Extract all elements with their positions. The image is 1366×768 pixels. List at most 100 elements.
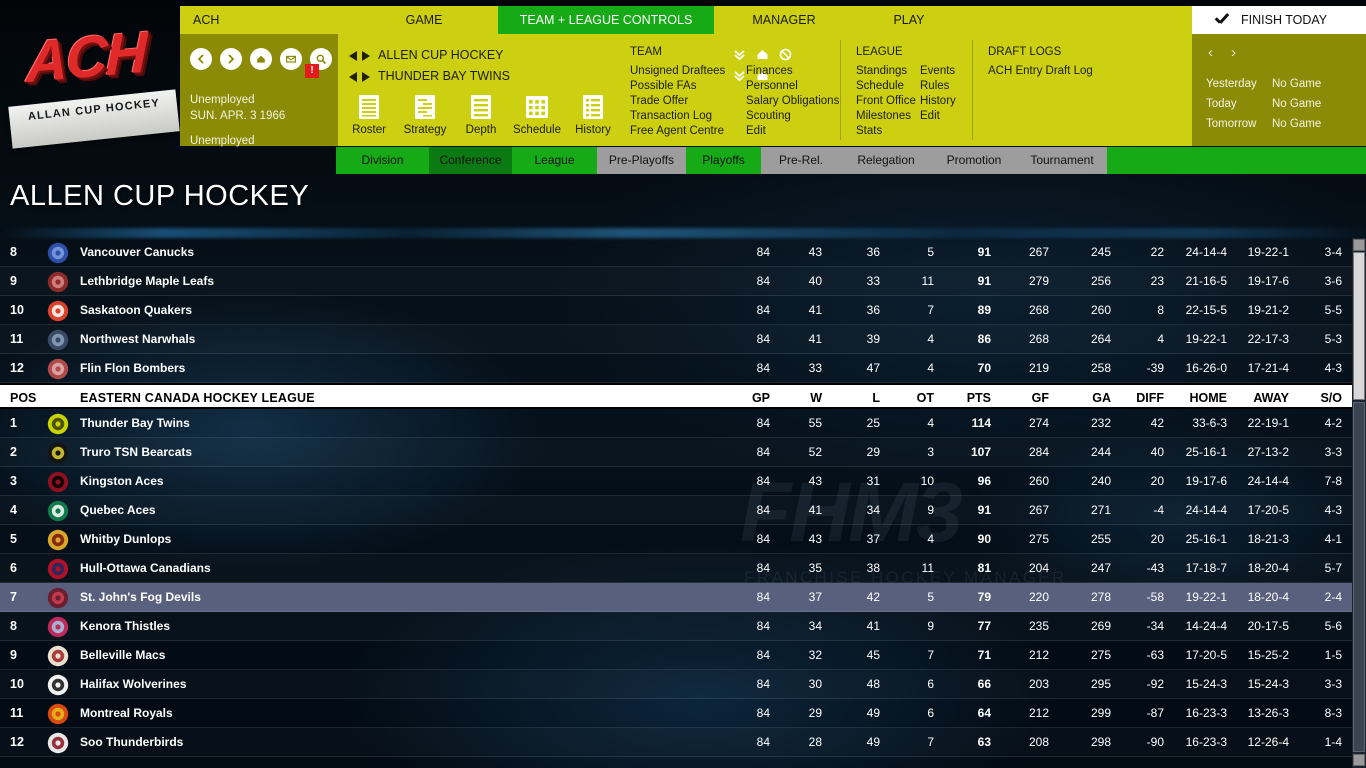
table-row[interactable]: 6 Hull-Ottawa Canadians 84 35 38 11 81 204 247 -4… [0, 554, 1352, 583]
quick-roster-button[interactable]: Roster [345, 92, 393, 136]
menu-link-history[interactable]: History [920, 94, 980, 109]
menu-link-ach-entry-draft-log[interactable]: ACH Entry Draft Log [988, 64, 1148, 79]
cell-team-name[interactable]: Halifax Wolverines [80, 670, 187, 699]
tab-playoffs[interactable]: Playoffs [686, 147, 761, 174]
cell-team-name[interactable]: Hull-Ottawa Canadians [80, 554, 211, 583]
table-row[interactable]: 8 Vancouver Canucks 84 43 36 5 91 267 245 22 24-14… [0, 238, 1352, 267]
menu-link-scouting[interactable]: Scouting [746, 109, 866, 124]
table-row[interactable]: 3 Kingston Aces 84 43 31 10 96 260 240 20 19-17-6 2… [0, 467, 1352, 496]
column-header-ot[interactable]: OT [917, 385, 934, 411]
home-icon[interactable] [250, 48, 272, 70]
column-header-pos[interactable]: POS [10, 385, 36, 411]
cell-team-name[interactable]: Truro TSN Bearcats [80, 438, 192, 467]
table-row[interactable]: 12 Soo Thunderbirds 84 28 49 7 63 208 298 -90 16-2… [0, 728, 1352, 757]
tab-pre-playoffs[interactable]: Pre-Playoffs [597, 147, 686, 174]
mail-icon[interactable] [280, 48, 302, 70]
tab-relegation[interactable]: Relegation [841, 147, 931, 174]
menubar-item-ach[interactable]: ACH [180, 6, 350, 34]
finish-today-button[interactable]: FINISH TODAY [1192, 6, 1366, 34]
menu-link-transaction-log[interactable]: Transaction Log [630, 109, 746, 124]
menu-link-schedule[interactable]: Schedule [856, 79, 920, 94]
quick-depth-button[interactable]: Depth [457, 92, 505, 136]
table-row[interactable]: 1 Thunder Bay Twins 84 55 25 4 114 274 232 42 33-6… [0, 409, 1352, 438]
menu-link-edit[interactable]: Edit [746, 124, 866, 139]
menu-link-finances[interactable]: Finances [746, 64, 866, 79]
menu-link-rules[interactable]: Rules [920, 79, 980, 94]
menu-link-edit[interactable]: Edit [920, 109, 980, 124]
back-arrow-icon[interactable] [190, 48, 212, 70]
menubar-item-play[interactable]: PLAY [854, 6, 964, 34]
scrollbar-up-button[interactable] [1353, 239, 1365, 251]
column-header-gp[interactable]: GP [752, 385, 770, 411]
column-header-pts[interactable]: PTS [967, 385, 991, 411]
cell-team-name[interactable]: Lethbridge Maple Leafs [80, 267, 214, 296]
tab-tournament[interactable]: Tournament [1017, 147, 1107, 174]
column-header-away[interactable]: AWAY [1253, 385, 1289, 411]
menubar-item-game[interactable]: GAME [350, 6, 498, 34]
table-row[interactable]: 8 Kenora Thistles 84 34 41 9 77 235 269 -34 14-24-… [0, 612, 1352, 641]
cell-team-name[interactable]: Kingston Aces [80, 467, 164, 496]
cell-team-name[interactable]: Belleville Macs [80, 641, 165, 670]
cell-team-name[interactable]: Montreal Royals [80, 699, 173, 728]
menu-link-possible-fas[interactable]: Possible FAs [630, 79, 746, 94]
menu-link-stats[interactable]: Stats [856, 124, 920, 139]
chevron-left-icon[interactable]: ‹ [1208, 44, 1213, 61]
cell-team-name[interactable]: Quebec Aces [80, 496, 156, 525]
menu-link-standings[interactable]: Standings [856, 64, 920, 79]
table-row[interactable]: 12 Flin Flon Bombers 84 33 47 4 70 219 258 -39 16-… [0, 354, 1352, 383]
cell-position: 8 [10, 245, 17, 259]
menu-link-salary-obligations[interactable]: Salary Obligations [746, 94, 866, 109]
menubar-item-manager[interactable]: MANAGER [714, 6, 854, 34]
cell-pts: 79 [977, 590, 991, 604]
tab-pre-rel[interactable]: Pre-Rel. [761, 147, 841, 174]
table-row[interactable]: 2 Truro TSN Bearcats 84 52 29 3 107 284 244 40 25-… [0, 438, 1352, 467]
table-row[interactable]: 9 Belleville Macs 84 32 45 7 71 212 275 -63 17-20-… [0, 641, 1352, 670]
cell-team-name[interactable]: Soo Thunderbirds [80, 728, 183, 757]
table-row[interactable]: 5 Whitby Dunlops 84 43 37 4 90 275 255 20 25-16-1 1… [0, 525, 1352, 554]
column-header-diff[interactable]: DIFF [1136, 385, 1164, 411]
cell-team-name[interactable]: Vancouver Canucks [80, 238, 194, 267]
cell-team-name[interactable]: Kenora Thistles [80, 612, 170, 641]
table-row[interactable]: 4 Quebec Aces 84 41 34 9 91 267 271 -4 24-14-4 17-2… [0, 496, 1352, 525]
column-header-w[interactable]: W [810, 385, 822, 411]
chevron-right-icon[interactable]: › [1231, 44, 1236, 61]
menu-link-milestones[interactable]: Milestones [856, 109, 920, 124]
menu-link-events[interactable]: Events [920, 64, 980, 79]
cell-team-name[interactable]: St. John's Fog Devils [80, 583, 201, 612]
cell-team-name[interactable]: Whitby Dunlops [80, 525, 171, 554]
forward-arrow-icon[interactable] [220, 48, 242, 70]
selector-arrows-icon[interactable] [348, 50, 372, 64]
quick-strategy-button[interactable]: Strategy [401, 92, 449, 136]
cell-team-name[interactable]: Northwest Narwhals [80, 325, 195, 354]
menubar-item-team-league-controls[interactable]: TEAM + LEAGUE CONTROLS [498, 6, 714, 34]
tab-division[interactable]: Division [336, 147, 429, 174]
table-row[interactable]: 10 Saskatoon Quakers 84 41 36 7 89 268 260 8 22-15… [0, 296, 1352, 325]
tab-league[interactable]: League [512, 147, 597, 174]
table-row[interactable]: 7 St. John's Fog Devils 84 37 42 5 79 220 278 -58… [0, 583, 1352, 612]
quick-history-button[interactable]: History [569, 92, 617, 136]
column-header-home[interactable]: HOME [1190, 385, 1228, 411]
column-header-so[interactable]: S/O [1320, 385, 1342, 411]
menu-link-free-agent-centre[interactable]: Free Agent Centre [630, 124, 746, 139]
table-row[interactable]: 9 Lethbridge Maple Leafs 84 40 33 11 91 279 256 2… [0, 267, 1352, 296]
quick-schedule-button[interactable]: Schedule [513, 92, 561, 136]
menu-link-personnel[interactable]: Personnel [746, 79, 866, 94]
scrollbar-thumb-upper[interactable] [1353, 252, 1365, 400]
cell-team-name[interactable]: Saskatoon Quakers [80, 296, 192, 325]
tab-promotion[interactable]: Promotion [931, 147, 1017, 174]
menu-link-unsigned-draftees[interactable]: Unsigned Draftees [630, 64, 746, 79]
cell-team-name[interactable]: Flin Flon Bombers [80, 354, 185, 383]
table-row[interactable]: 10 Halifax Wolverines 84 30 48 6 66 203 295 -92 15… [0, 670, 1352, 699]
table-row[interactable]: 11 Montreal Royals 84 29 49 6 64 212 299 -87 16-23… [0, 699, 1352, 728]
menu-link-trade-offer[interactable]: Trade Offer [630, 94, 746, 109]
column-header-l[interactable]: L [872, 385, 880, 411]
scrollbar-thumb[interactable] [1353, 402, 1365, 752]
column-header-gf[interactable]: GF [1032, 385, 1049, 411]
selector-arrows-icon[interactable] [348, 71, 372, 85]
menu-link-front-office[interactable]: Front Office [856, 94, 920, 109]
column-header-ga[interactable]: GA [1092, 385, 1111, 411]
table-row[interactable]: 11 Northwest Narwhals 84 41 39 4 86 268 264 4 19-2… [0, 325, 1352, 354]
cell-team-name[interactable]: Thunder Bay Twins [80, 409, 190, 438]
scrollbar-down-button[interactable] [1353, 754, 1365, 766]
tab-conference[interactable]: Conference [429, 147, 512, 174]
